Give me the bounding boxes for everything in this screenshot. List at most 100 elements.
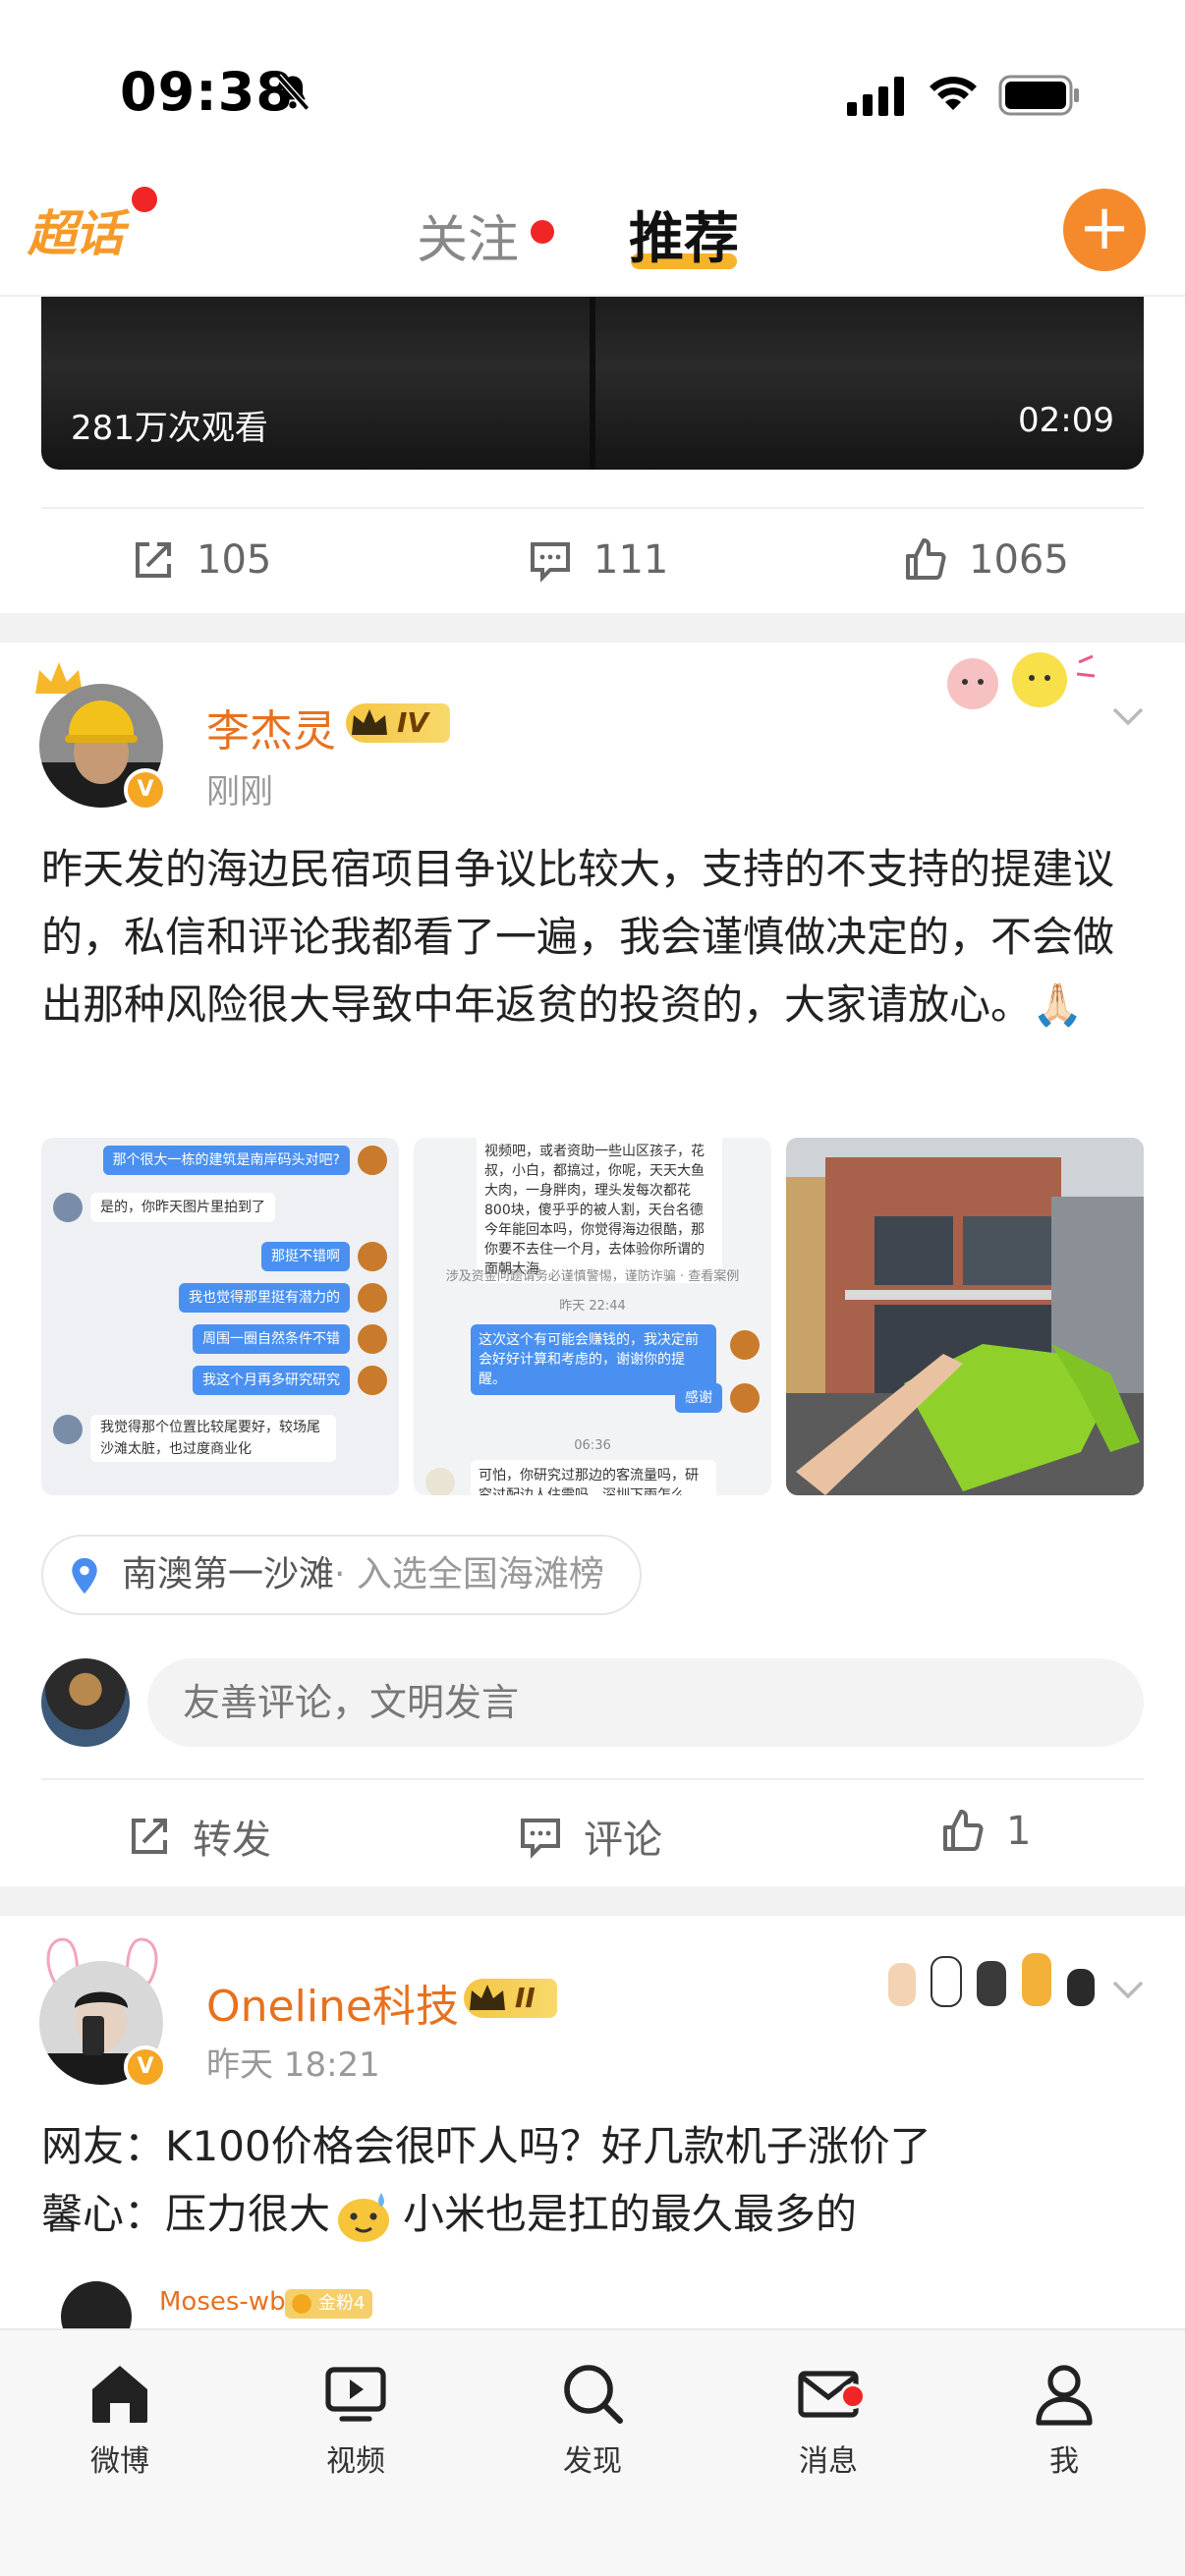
tab-label: 我: [1049, 2444, 1079, 2479]
chat-bubble: 视频吧，或者资助一些山区孩子，花叔，小白，都搞过，你呢，天天大鱼大肉，一身胖肉，…: [477, 1138, 722, 1283]
chat-timestamp: 昨天 22:44: [559, 1299, 626, 1314]
bell-off-icon: [275, 74, 310, 111]
post-text: 网友：K100价格会很吓人吗？好几款机子涨价了 馨心：压力很大 小米也是扛的最久…: [41, 2112, 1152, 2248]
messages-notification-dot: [840, 2383, 866, 2409]
comment-button[interactable]: 评论: [517, 1808, 662, 1865]
feed-divider: [0, 1886, 1185, 1916]
my-avatar: [41, 1658, 130, 1747]
tab-video[interactable]: 视频: [287, 2360, 424, 2480]
verified-badge: V: [124, 768, 167, 812]
repost-icon: [136, 542, 171, 578]
author-name[interactable]: 李杰灵: [206, 696, 336, 758]
chat-notice: 涉及资金问题请务必谨慎警惕，谨防诈骗 · 查看案例: [445, 1269, 740, 1284]
post-text-part: 馨心：压力很大: [41, 2190, 331, 2238]
chat-bubble: 我觉得那个位置比较尾要好，较场尾沙滩太脏，也过度商业化: [90, 1415, 336, 1462]
chat-avatar: [358, 1242, 387, 1271]
comment-count: 111: [593, 537, 669, 583]
bottom-tab-bar: 微博 视频 发现 消息 我: [0, 2328, 1185, 2576]
tab-label: 消息: [799, 2444, 858, 2479]
location-pin-icon: [72, 1557, 97, 1595]
comment-button[interactable]: 111: [527, 536, 668, 584]
repost-button[interactable]: 转发: [126, 1808, 271, 1865]
chat-avatar: [358, 1366, 387, 1395]
comment-icon: [531, 542, 570, 583]
fan-level: II: [515, 1982, 536, 2014]
repost-icon: [132, 1819, 167, 1854]
cellular-signal-icon: [847, 77, 904, 116]
video-duration: 02:09: [1018, 401, 1114, 440]
tab-me[interactable]: 我: [995, 2360, 1133, 2480]
comment-label: 评论: [584, 1818, 662, 1863]
fan-badge-icon: [292, 2294, 311, 2314]
chat-bubble: 那挺不错啊: [261, 1242, 350, 1271]
home-icon: [92, 2366, 147, 2423]
video-view-count: 281万次观看: [71, 409, 268, 448]
thumbs-up-icon: [943, 1810, 984, 1851]
repost-count: 105: [197, 537, 272, 583]
compose-button[interactable]: +: [1063, 189, 1146, 271]
tab-discover[interactable]: 发现: [524, 2360, 661, 2480]
chat-bubble: 感谢: [675, 1383, 722, 1413]
video-icon: [325, 2367, 386, 2422]
quick-comment-row: 友善评论，文明发言: [41, 1658, 1144, 1747]
chaohua-notification-dot: [132, 187, 157, 212]
tab-follow[interactable]: 关注: [417, 198, 519, 272]
post-image-2[interactable]: 视频吧，或者资助一些山区孩子，花叔，小白，都搞过，你呢，天天大鱼大肉，一身胖肉，…: [414, 1138, 771, 1495]
status-bar: 09:38: [0, 0, 1185, 147]
post-image-1[interactable]: 那个很大一栋的建筑是南岸码头对吧? 是的，你昨天图片里拍到了 那挺不错啊 我也觉得那里…: [41, 1138, 399, 1495]
chat-bubble: 是的，你昨天图片里拍到了: [90, 1193, 275, 1222]
fan-level: IV: [397, 706, 429, 739]
chevron-down-icon[interactable]: [1108, 1969, 1148, 2008]
like-count: 1065: [969, 537, 1069, 583]
repost-button[interactable]: 105: [130, 536, 271, 584]
chat-timestamp: 06:36: [574, 1438, 611, 1453]
tab-messages[interactable]: 消息: [760, 2360, 897, 2480]
chat-bubble: 我这个月再多研究研究: [193, 1366, 350, 1395]
top-nav: 超话 关注 推荐 +: [0, 147, 1185, 297]
post-text-part: 小米也是扛的最久最多的: [403, 2190, 858, 2238]
video-thumbnail[interactable]: 281万次观看 02:09: [41, 297, 1144, 470]
crown-icon: [470, 1985, 505, 2010]
post-time: 刚刚: [206, 772, 273, 812]
battery-icon: [998, 75, 1079, 116]
cat-paws-sticker-icon: [888, 1953, 1095, 2007]
chat-avatar: [358, 1324, 387, 1354]
profile-icon: [1036, 2365, 1093, 2426]
chat-avatar: [730, 1330, 760, 1360]
chat-avatar: [730, 1383, 760, 1413]
like-button[interactable]: 1: [939, 1808, 1031, 1855]
fan-level-badge: IV: [346, 703, 451, 743]
tab-recommend[interactable]: 推荐: [629, 195, 739, 274]
chat-avatar: [358, 1146, 387, 1175]
chaohua-button[interactable]: 超话: [28, 195, 138, 263]
tab-label: 发现: [563, 2444, 622, 2479]
repost-label: 转发: [193, 1818, 271, 1863]
search-icon: [564, 2365, 623, 2424]
tab-home[interactable]: 微博: [51, 2360, 189, 2480]
chat-avatar: [358, 1283, 387, 1313]
post-text-line: 网友：K100价格会很吓人吗？好几款机子涨价了: [41, 2122, 931, 2170]
chat-bubble: 我也觉得那里挺有潜力的: [179, 1283, 350, 1313]
location-chip[interactable]: 南澳第一沙滩· 入选全国海滩榜: [41, 1535, 642, 1615]
chevron-down-icon[interactable]: [1108, 696, 1148, 735]
fan-level-badge: II: [464, 1979, 557, 2018]
wifi-icon: [930, 77, 977, 110]
post1-action-bar: 105 111 1065: [41, 507, 1144, 609]
chat-avatar: [53, 1415, 83, 1444]
author-avatar[interactable]: V: [39, 684, 167, 812]
chat-avatar: [53, 1193, 83, 1222]
comment-icon: [521, 1819, 560, 1859]
tab-label: 微博: [90, 2444, 149, 2479]
post-text: 昨天发的海边民宿项目争议比较大，支持的不支持的提建议的，私信和评论我都看了一遍，…: [41, 845, 1115, 1029]
sweat-emoji-icon: [338, 2192, 390, 2242]
commenter-badge: 金粉4: [285, 2289, 373, 2319]
thumbs-up-icon: [906, 538, 946, 580]
comment-input[interactable]: 友善评论，文明发言: [147, 1658, 1144, 1747]
post-image-3[interactable]: [786, 1138, 1144, 1495]
follow-notification-dot: [531, 220, 554, 244]
author-name[interactable]: Oneline科技: [206, 1971, 459, 2034]
commenter-name[interactable]: Moses-wb: [159, 2287, 286, 2317]
author-avatar[interactable]: V: [39, 1961, 167, 2089]
chat-avatar: [425, 1468, 455, 1495]
like-button[interactable]: 1065: [902, 536, 1069, 584]
